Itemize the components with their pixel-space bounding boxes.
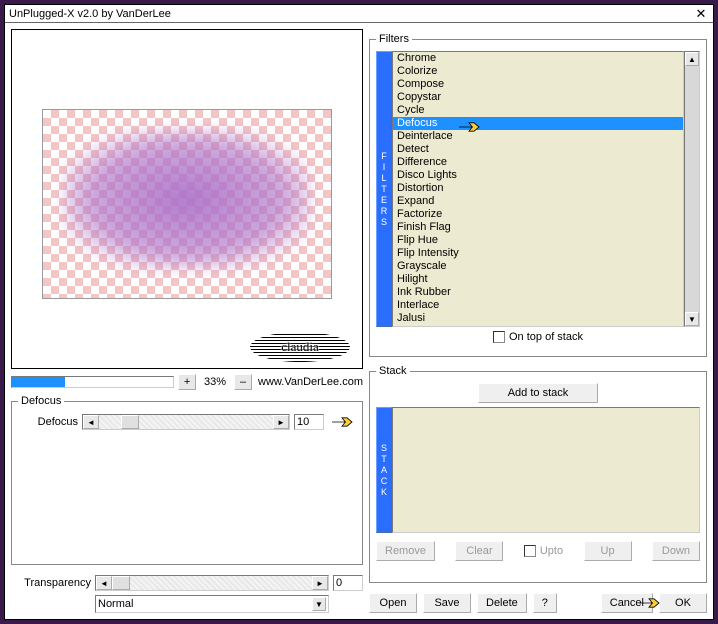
down-button[interactable]: Down xyxy=(652,541,700,561)
filter-item[interactable]: Detect xyxy=(393,143,683,156)
filter-item[interactable]: Disco Lights xyxy=(393,169,683,182)
filters-list[interactable]: ChromeColorizeComposeCopystarCycleDefocu… xyxy=(392,51,684,327)
app-window: UnPlugged-X v2.0 by VanDerLee ✕ claudia … xyxy=(4,4,714,620)
stack-legend: Stack xyxy=(376,365,410,377)
ok-button[interactable]: OK xyxy=(659,593,707,613)
scroll-down-arrow[interactable]: ▼ xyxy=(685,312,699,326)
filter-item[interactable]: Compose xyxy=(393,78,683,91)
filters-legend: Filters xyxy=(376,33,412,45)
filter-item[interactable]: Factorize xyxy=(393,208,683,221)
filter-item[interactable]: Difference xyxy=(393,156,683,169)
slider-left-arrow[interactable]: ◄ xyxy=(83,415,99,429)
preview-frame: claudia xyxy=(11,29,363,369)
ontop-checkbox[interactable]: On top of stack xyxy=(493,331,583,343)
filter-item[interactable]: Flip Intensity xyxy=(393,247,683,260)
preview-canvas[interactable] xyxy=(42,109,332,299)
stack-vtab[interactable]: STACK xyxy=(376,407,392,533)
open-button[interactable]: Open xyxy=(369,593,417,613)
ontop-label: On top of stack xyxy=(509,331,583,343)
pointing-hand-icon xyxy=(328,412,356,432)
filter-item[interactable]: Grayscale xyxy=(393,260,683,273)
filter-item[interactable]: Deinterlace xyxy=(393,130,683,143)
filter-item[interactable]: Copystar xyxy=(393,91,683,104)
remove-button[interactable]: Remove xyxy=(376,541,435,561)
zoom-label: 33% xyxy=(200,376,230,388)
defocus-value-input[interactable] xyxy=(294,414,324,430)
upto-label: Upto xyxy=(540,545,563,557)
save-button[interactable]: Save xyxy=(423,593,471,613)
stack-group: Stack Add to stack STACK Remove Clear xyxy=(369,365,707,583)
filter-item[interactable]: Flip Hue xyxy=(393,234,683,247)
slider-right-arrow[interactable]: ► xyxy=(273,415,289,429)
scroll-track[interactable] xyxy=(685,66,699,312)
filters-vtab[interactable]: FILTERS xyxy=(376,51,392,327)
zoom-in-button[interactable]: + xyxy=(178,374,196,390)
right-column: Filters FILTERS ChromeColorizeComposeCop… xyxy=(369,29,707,613)
defocus-label: Defocus xyxy=(18,416,78,428)
checkbox-box[interactable] xyxy=(493,331,505,343)
transparency-label: Transparency xyxy=(11,577,91,589)
brand-logo: claudia xyxy=(250,332,350,362)
transparency-slider[interactable]: ◄ ► xyxy=(95,575,329,591)
help-button[interactable]: ? xyxy=(533,593,557,613)
transparency-value-input[interactable] xyxy=(333,575,363,591)
filter-item[interactable]: Defocus xyxy=(393,117,683,130)
defocus-legend: Defocus xyxy=(18,395,64,407)
zoom-row: + 33% – www.VanDerLee.com xyxy=(11,373,363,391)
window-title: UnPlugged-X v2.0 by VanDerLee xyxy=(9,8,693,20)
close-button[interactable]: ✕ xyxy=(693,7,709,21)
add-to-stack-button[interactable]: Add to stack xyxy=(478,383,598,403)
up-button[interactable]: Up xyxy=(584,541,632,561)
filter-item[interactable]: Hilight xyxy=(393,273,683,286)
blend-mode-value: Normal xyxy=(98,598,133,610)
bottom-buttons: Open Save Delete ? Cancel OK xyxy=(369,593,707,613)
filter-item[interactable]: Distortion xyxy=(393,182,683,195)
defocus-slider[interactable]: ◄ ► xyxy=(82,414,290,430)
filter-item[interactable]: Interlace xyxy=(393,299,683,312)
blend-mode-combo[interactable]: Normal ▼ xyxy=(95,595,329,613)
defocus-group: Defocus Defocus ◄ ► xyxy=(11,395,363,565)
defocus-row: Defocus ◄ ► xyxy=(18,413,356,431)
zoom-out-button[interactable]: – xyxy=(234,374,252,390)
filter-item[interactable]: Ink Rubber xyxy=(393,286,683,299)
delete-button[interactable]: Delete xyxy=(477,593,527,613)
vendor-link[interactable]: www.VanDerLee.com xyxy=(258,376,363,388)
cancel-button[interactable]: Cancel xyxy=(601,593,653,613)
filter-item[interactable]: Finish Flag xyxy=(393,221,683,234)
transparency-row: Transparency ◄ ► xyxy=(11,575,363,591)
checkbox-box[interactable] xyxy=(524,545,536,557)
content: claudia + 33% – www.VanDerLee.com Defocu… xyxy=(5,23,713,619)
filter-item[interactable]: Cycle xyxy=(393,104,683,117)
zoom-progress[interactable] xyxy=(11,376,174,388)
filter-item[interactable]: Colorize xyxy=(393,65,683,78)
preview-image xyxy=(63,128,311,270)
filters-group: Filters FILTERS ChromeColorizeComposeCop… xyxy=(369,33,707,357)
chevron-down-icon[interactable]: ▼ xyxy=(312,597,326,611)
slider-thumb[interactable] xyxy=(121,415,139,429)
scroll-up-arrow[interactable]: ▲ xyxy=(685,52,699,66)
clear-button[interactable]: Clear xyxy=(455,541,503,561)
upto-checkbox[interactable]: Upto xyxy=(524,545,563,557)
filter-item[interactable]: Expand xyxy=(393,195,683,208)
ontop-row: On top of stack xyxy=(376,327,700,350)
titlebar: UnPlugged-X v2.0 by VanDerLee ✕ xyxy=(5,5,713,23)
slider-right-arrow[interactable]: ► xyxy=(312,576,328,590)
filters-scrollbar[interactable]: ▲ ▼ xyxy=(684,51,700,327)
filter-item[interactable]: Jalusi xyxy=(393,312,683,325)
stack-list[interactable] xyxy=(392,407,700,533)
slider-left-arrow[interactable]: ◄ xyxy=(96,576,112,590)
filter-item[interactable]: Chrome xyxy=(393,52,683,65)
left-column: claudia + 33% – www.VanDerLee.com Defocu… xyxy=(11,29,363,613)
slider-thumb[interactable] xyxy=(112,576,130,590)
blend-mode-row: Normal ▼ xyxy=(11,595,363,613)
